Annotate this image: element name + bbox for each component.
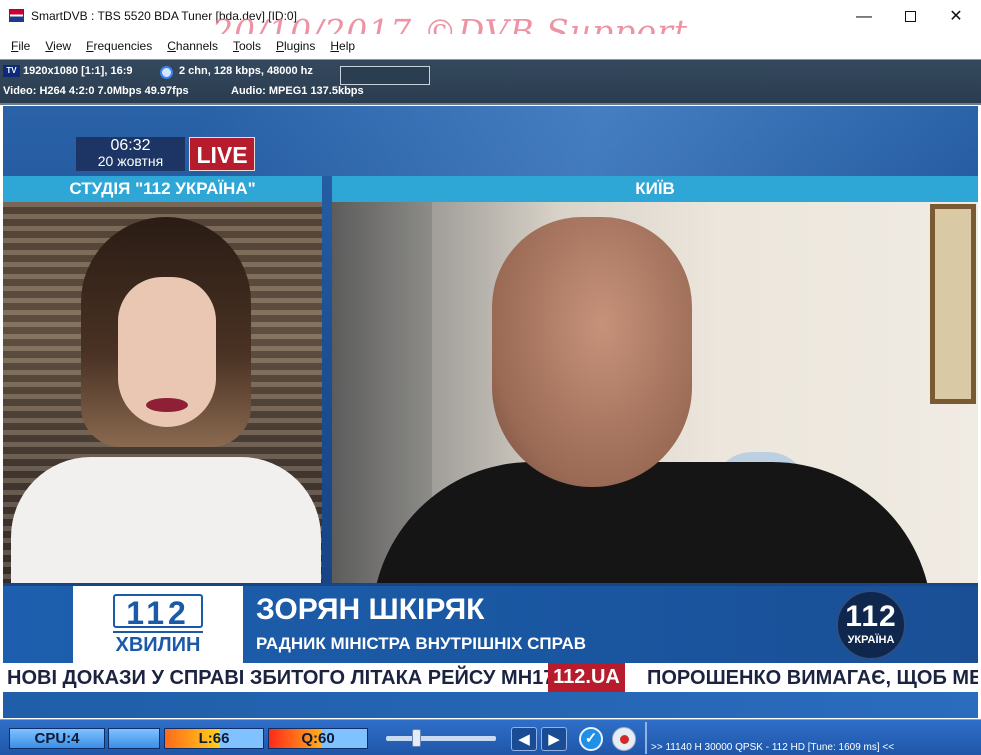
background-streak — [203, 106, 978, 176]
menu-bar: File View Frequencies Channels Tools Plu… — [0, 34, 981, 58]
presenter-lips — [146, 398, 188, 412]
clock-time: 06:32 — [110, 137, 151, 154]
studio-label: СТУДІЯ "112 УКРАЇНА" — [3, 176, 322, 202]
guest-body — [372, 462, 932, 583]
ticker-site-badge: 112.UA — [548, 663, 625, 692]
next-channel-button[interactable]: ▶ — [541, 727, 567, 751]
menu-tools[interactable]: Tools — [233, 34, 261, 58]
minimize-button[interactable]: — — [841, 0, 887, 34]
check-icon: ✓ — [584, 730, 598, 747]
status-separator — [645, 722, 647, 754]
program-logo-number: 112 — [113, 594, 203, 630]
status-bar: CPU:4 L:66 Q:60 ◀ ▶ ✓ >> 11140 H 30000 Q… — [0, 719, 981, 755]
studio-video-panel — [3, 202, 322, 583]
program-logo-rule — [113, 631, 203, 633]
picture-frame — [930, 204, 976, 404]
menu-channels[interactable]: Channels — [167, 34, 218, 58]
video-bottom-strip — [3, 692, 978, 718]
news-ticker: НОВІ ДОКАЗИ У СПРАВІ ЗБИТОГО ЛІТАКА РЕЙС… — [3, 663, 978, 692]
audio-codec-text: Audio: MPEG1 137.5kbps — [231, 85, 364, 97]
program-logo-word: ХВИЛИН — [115, 634, 201, 656]
confirm-button[interactable]: ✓ — [579, 727, 603, 751]
guest-name: ЗОРЯН ШКІРЯК — [256, 593, 485, 626]
volume-slider-track[interactable] — [386, 736, 496, 741]
location-label: КИЇВ — [332, 176, 978, 202]
menu-help[interactable]: Help — [330, 34, 355, 58]
remote-video-panel — [332, 202, 978, 583]
menu-frequencies[interactable]: Frequencies — [86, 34, 152, 58]
tuner-status-text: >> 11140 H 30000 QPSK - 112 HD [Tune: 16… — [651, 742, 895, 753]
signal-level-meter: L:66 — [164, 728, 264, 749]
channel-logo-country: УКРАЇНА — [847, 634, 895, 646]
tv-icon: TV — [3, 65, 20, 77]
record-button[interactable] — [612, 727, 636, 751]
stream-info-bar: TV 1920x1080 [1:1], 16:9 2 chn, 128 kbps… — [0, 59, 981, 105]
audio-icon — [160, 66, 173, 79]
resolution-text: 1920x1080 [1:1], 16:9 — [23, 65, 133, 77]
channel-logo: 112 УКРАЇНА — [836, 590, 906, 660]
presenter-shirt — [11, 457, 321, 583]
audio-summary-text: 2 chn, 128 kbps, 48000 hz — [179, 65, 313, 77]
channel-logo-number: 112 — [845, 600, 897, 633]
clock-date: 20 жовтня — [97, 153, 164, 169]
menu-plugins[interactable]: Plugins — [276, 34, 315, 58]
volume-slider-thumb[interactable] — [412, 729, 421, 747]
app-icon — [9, 9, 24, 22]
maximize-button[interactable] — [887, 0, 933, 34]
video-frame[interactable]: 06:32 20 жовтня LIVE СТУДІЯ "112 УКРАЇНА… — [3, 106, 978, 718]
title-bar: SmartDVB : TBS 5520 BDA Tuner [bda.dev] … — [0, 0, 981, 51]
next-icon: ▶ — [548, 731, 560, 748]
guest-title: РАДНИК МІНІСТРА ВНУТРІШНІХ СПРАВ — [256, 634, 587, 653]
live-badge: LIVE — [189, 137, 255, 171]
menu-file[interactable]: File — [11, 34, 30, 58]
close-button[interactable]: ✕ — [933, 0, 979, 34]
maximize-icon — [904, 11, 916, 23]
program-logo: 112 ХВИЛИН — [73, 586, 243, 663]
cpu-meter: CPU:4 — [9, 728, 105, 749]
ticker-headline-2: ПОРОШЕНКО ВИМАГАЄ, ЩОБ МЕЩ — [647, 667, 978, 689]
ticker-headline-1: НОВІ ДОКАЗИ У СПРАВІ ЗБИТОГО ЛІТАКА РЕЙС… — [7, 667, 555, 689]
guest-head — [492, 217, 692, 487]
previous-icon: ◀ — [518, 731, 530, 748]
blank-meter — [108, 728, 160, 749]
info-input-box[interactable] — [340, 66, 430, 85]
menu-view[interactable]: View — [45, 34, 71, 58]
broadcast-clock: 06:32 20 жовтня — [76, 137, 185, 171]
record-icon — [620, 735, 629, 744]
signal-quality-meter: Q:60 — [268, 728, 368, 749]
previous-channel-button[interactable]: ◀ — [511, 727, 537, 751]
video-codec-text: Video: H264 4:2:0 7.0Mbps 49.97fps — [3, 85, 189, 97]
